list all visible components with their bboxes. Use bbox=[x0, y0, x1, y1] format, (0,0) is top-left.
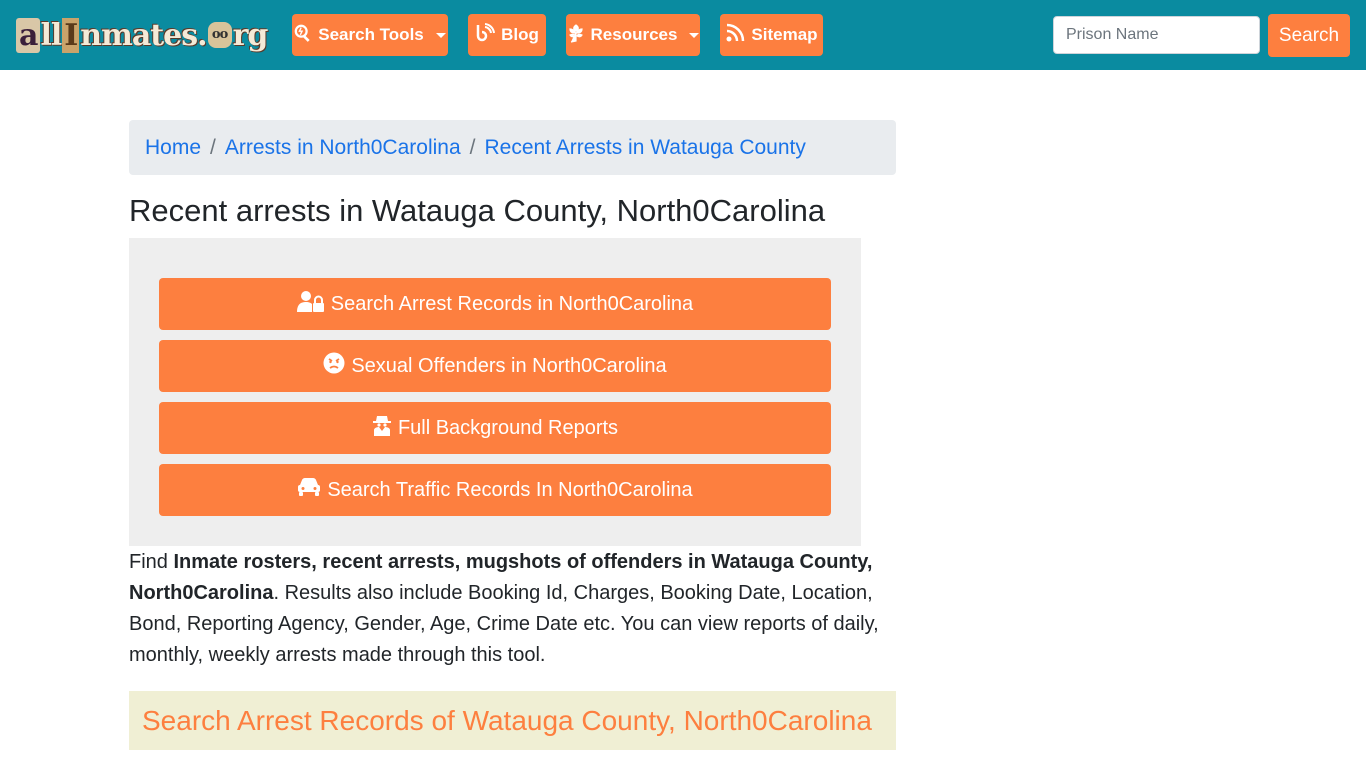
logo-text-nmates: nmates. bbox=[80, 17, 207, 53]
rss-icon bbox=[725, 23, 745, 48]
full-background-reports-label: Full Background Reports bbox=[397, 416, 619, 439]
breadcrumb-recent-arrests-county[interactable]: Recent Arrests in Watauga County bbox=[484, 136, 805, 160]
nav-sitemap-button[interactable]: Sitemap bbox=[720, 14, 823, 56]
search-arrest-records-label: Search Arrest Records in North0Carolina bbox=[330, 292, 694, 315]
angry-face-icon bbox=[323, 352, 345, 380]
quick-links-panel: Search Arrest Records in North0Carolina … bbox=[129, 238, 861, 546]
nav-search-tools-button[interactable]: Search Tools bbox=[292, 14, 448, 56]
top-navbar: a ll Inmates. oo rg Search Tools Blog Resour… bbox=[0, 0, 1366, 70]
nav-blog-label: Blog bbox=[501, 25, 539, 44]
breadcrumb-home[interactable]: Home bbox=[145, 136, 201, 160]
page-title: Recent arrests in Watauga County, North0… bbox=[129, 193, 826, 228]
car-icon bbox=[297, 477, 321, 503]
sexual-offenders-button[interactable]: Sexual Offenders in North0Carolina bbox=[159, 340, 831, 392]
logo-text-i: I bbox=[62, 17, 80, 53]
search-tools-icon bbox=[294, 24, 312, 47]
leaf-icon bbox=[567, 23, 585, 48]
user-secret-icon bbox=[372, 414, 392, 442]
nav-resources-label: Resources bbox=[590, 25, 678, 44]
chevron-down-icon bbox=[435, 32, 446, 38]
search-traffic-records-label: Search Traffic Records In North0Carolina bbox=[327, 478, 693, 501]
blog-icon bbox=[475, 22, 496, 48]
breadcrumb-separator: / bbox=[469, 135, 476, 159]
page-description: Find Inmate rosters, recent arrests, mug… bbox=[129, 547, 899, 671]
description-prefix: Find bbox=[129, 551, 174, 573]
logo-text-rg: rg bbox=[232, 17, 269, 53]
breadcrumb-separator: / bbox=[210, 135, 216, 159]
logo-text-ll: ll bbox=[40, 17, 62, 53]
breadcrumb-arrests-state[interactable]: Arrests in North0Carolina bbox=[225, 136, 461, 160]
search-arrest-records-button[interactable]: Search Arrest Records in North0Carolina bbox=[159, 278, 831, 330]
full-background-reports-button[interactable]: Full Background Reports bbox=[159, 402, 831, 454]
nav-resources-button[interactable]: Resources bbox=[566, 14, 700, 56]
logo-text-a: a bbox=[16, 17, 41, 53]
search-button[interactable]: Search bbox=[1268, 14, 1350, 57]
sexual-offenders-label: Sexual Offenders in North0Carolina bbox=[351, 354, 667, 377]
handcuffs-icon: oo bbox=[207, 22, 232, 48]
section-heading: Search Arrest Records of Watauga County,… bbox=[129, 691, 896, 750]
chevron-down-icon bbox=[689, 32, 700, 38]
search-traffic-records-button[interactable]: Search Traffic Records In North0Carolina bbox=[159, 464, 831, 516]
prison-name-search-input[interactable] bbox=[1053, 16, 1260, 54]
breadcrumb: Home / Arrests in North0Carolina / Recen… bbox=[129, 120, 896, 175]
nav-blog-button[interactable]: Blog bbox=[468, 14, 546, 56]
nav-sitemap-label: Sitemap bbox=[751, 25, 818, 44]
user-lock-icon bbox=[296, 290, 325, 318]
nav-search-tools-label: Search Tools bbox=[318, 25, 424, 44]
site-logo[interactable]: a ll Inmates. oo rg bbox=[16, 16, 268, 54]
